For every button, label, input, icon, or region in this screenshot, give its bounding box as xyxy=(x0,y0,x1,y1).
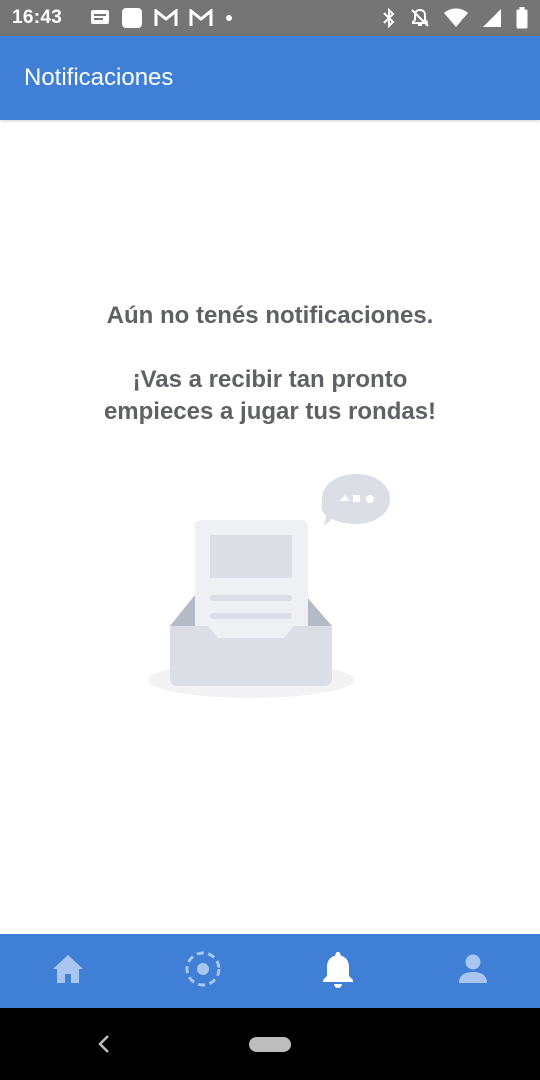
rounds-icon xyxy=(184,950,222,993)
empty-inbox-illustration xyxy=(148,470,394,702)
battery-icon xyxy=(516,7,528,29)
empty-state-title: Aún no tenés notificaciones. xyxy=(106,302,434,329)
empty-state-subtitle-line-2: empieces a jugar tus rondas! xyxy=(103,398,437,425)
wifi-icon xyxy=(444,8,468,28)
bell-icon xyxy=(321,950,355,993)
gmail-icon xyxy=(154,9,178,27)
signal-icon xyxy=(482,8,502,28)
mute-icon xyxy=(410,8,430,28)
gmail-icon xyxy=(189,9,213,27)
square-app-icon xyxy=(121,7,143,29)
notification-icons xyxy=(90,7,234,29)
status-time: 16:43 xyxy=(12,7,63,28)
nav-item-notifications[interactable] xyxy=(270,934,405,1008)
empty-state-subtitle-line-1: ¡Vas a recibir tan pronto xyxy=(132,366,408,393)
page-title: Notificaciones xyxy=(24,64,174,91)
nav-item-home[interactable] xyxy=(0,934,135,1008)
status-bar: 16:43 xyxy=(0,0,540,36)
messages-icon xyxy=(90,9,110,27)
bottom-navigation xyxy=(0,934,540,1008)
app-bar: Notificaciones xyxy=(0,36,540,120)
bluetooth-icon xyxy=(382,8,396,28)
nav-item-rounds[interactable] xyxy=(135,934,270,1008)
nav-item-profile[interactable] xyxy=(405,934,540,1008)
system-navigation-bar xyxy=(0,1008,540,1080)
home-icon xyxy=(51,953,85,990)
home-pill[interactable] xyxy=(249,1036,291,1052)
back-icon[interactable] xyxy=(94,1032,114,1056)
empty-state-message: Aún no tenés notificaciones. ¡Vas a reci… xyxy=(0,300,540,428)
dot-icon xyxy=(224,13,234,23)
system-status-icons xyxy=(382,7,528,29)
profile-icon xyxy=(457,953,489,990)
